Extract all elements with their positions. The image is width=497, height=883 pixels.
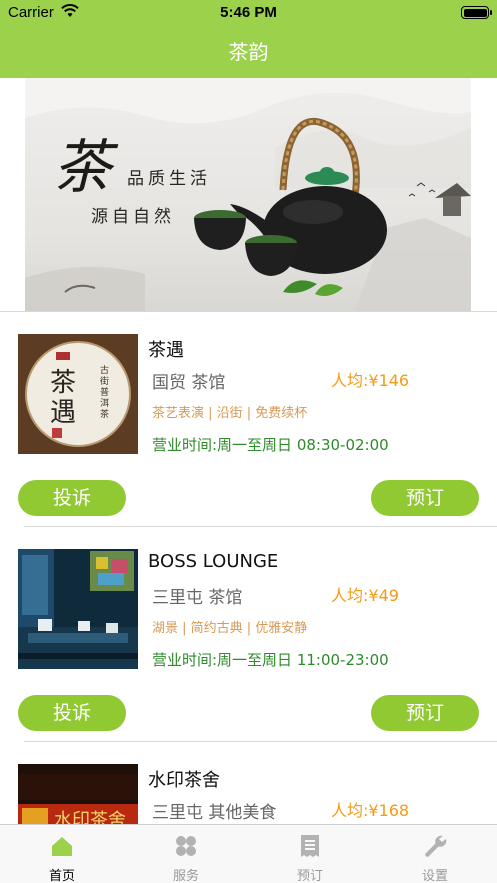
shop-tags: 湖景 | 简约古典 | 优雅安静 <box>152 621 308 636</box>
page-title: 茶韵 <box>228 40 269 64</box>
shop-sign-side-text: 古街普洱茶 <box>100 366 110 420</box>
shop-item[interactable]: 水印茶舍 水印茶舍 三里屯 其他美食 人均:¥168 <box>0 742 497 824</box>
shop-hours: 营业时间:周一至周日 11:00-23:00 <box>152 651 389 669</box>
tab-home[interactable]: 首页 <box>0 825 124 883</box>
banner-image[interactable]: 茶 品质生活 源自自然 <box>25 78 471 311</box>
book-button[interactable]: 预订 <box>371 480 479 516</box>
shop-price: 人均:¥168 <box>331 801 410 820</box>
banner-logo-text: 茶 <box>53 133 112 201</box>
banner-slogan-1: 品质生活 <box>127 169 211 189</box>
wrench-icon <box>425 835 447 857</box>
tab-services[interactable]: 服务 <box>124 825 248 883</box>
shop-price: 人均:¥49 <box>331 586 399 605</box>
tab-settings[interactable]: 设置 <box>373 825 497 883</box>
shop-thumbnail <box>18 549 138 669</box>
tab-label: 服务 <box>172 869 199 883</box>
complain-button[interactable]: 投诉 <box>18 695 126 731</box>
tab-booking[interactable]: 预订 <box>248 825 372 883</box>
status-time: 5:46 PM <box>220 4 277 21</box>
shop-thumbnail: 水印茶舍 <box>18 764 138 824</box>
banner-slogan-2: 源自自然 <box>91 207 175 227</box>
shop-tags: 茶艺表演 | 沿街 | 免费续杯 <box>152 406 308 421</box>
status-bar: Carrier 5:46 PM <box>0 0 497 26</box>
tab-label: 设置 <box>421 869 448 883</box>
shop-name: 茶遇 <box>148 340 184 361</box>
shop-area: 国贸 茶馆 <box>152 373 226 393</box>
shop-area: 三里屯 茶馆 <box>152 588 243 608</box>
shop-price: 人均:¥146 <box>331 371 410 390</box>
shop-hours: 营业时间:周一至周日 08:30-02:00 <box>152 436 389 454</box>
shop-sign-text: 茶遇 <box>50 368 77 428</box>
grid-icon <box>176 836 196 856</box>
tab-label: 预订 <box>296 869 323 883</box>
shop-sign-text: 水印茶舍 <box>54 810 126 824</box>
book-button[interactable]: 预订 <box>371 695 479 731</box>
shop-item[interactable]: 茶遇 古街普洱茶 茶遇 国贸 茶馆 人均:¥146 茶艺表演 | 沿街 | 免费… <box>0 312 497 527</box>
complain-button[interactable]: 投诉 <box>18 480 126 516</box>
shop-thumbnail: 茶遇 古街普洱茶 <box>18 334 138 454</box>
app-screen: Carrier 5:46 PM 茶韵 茶 品质生活 源自自然 茶遇 古街普洱茶 … <box>0 0 497 883</box>
shop-interior-image <box>18 549 138 669</box>
navigation-bar: Carrier 5:46 PM 茶韵 <box>0 0 497 78</box>
shop-name: 水印茶舍 <box>148 770 220 791</box>
shop-item[interactable]: BOSS LOUNGE 三里屯 茶馆 人均:¥49 湖景 | 简约古典 | 优雅… <box>0 527 497 742</box>
tab-bar: 首页 服务 预订 设置 <box>0 824 497 883</box>
receipt-icon <box>301 835 319 857</box>
home-icon <box>52 837 72 856</box>
shop-area: 三里屯 其他美食 <box>152 803 277 823</box>
shop-name: BOSS LOUNGE <box>148 551 279 572</box>
tab-label: 首页 <box>48 869 75 883</box>
battery-icon <box>461 6 492 19</box>
